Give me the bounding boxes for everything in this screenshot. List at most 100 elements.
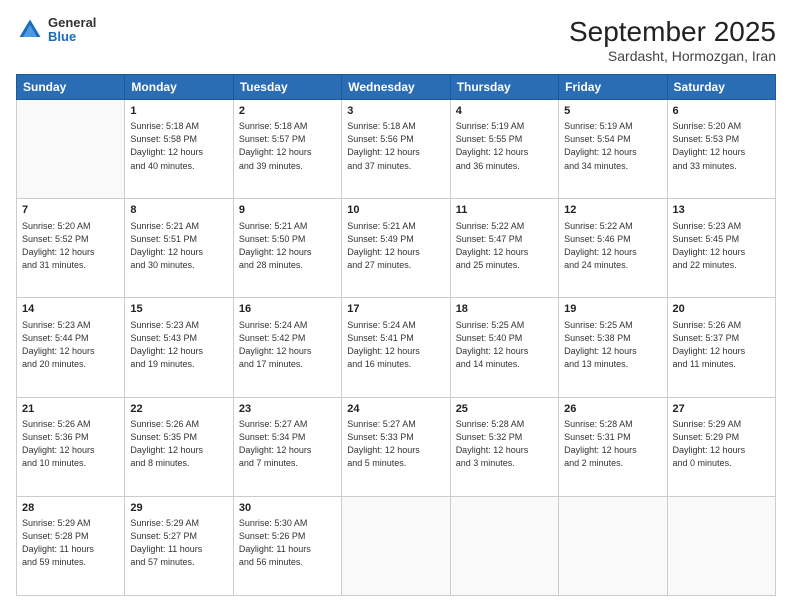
day-number: 30 <box>239 501 336 516</box>
week-row-2: 7 Sunrise: 5:20 AM Sunset: 5:52 PM Daylig… <box>17 199 776 298</box>
day-number: 8 <box>130 203 227 218</box>
calendar-cell: 19 Sunrise: 5:25 AM Sunset: 5:38 PM Dayli… <box>559 298 667 397</box>
day-info: Sunrise: 5:18 AM Sunset: 5:58 PM Dayligh… <box>130 120 227 172</box>
day-number: 2 <box>239 104 336 119</box>
day-number: 20 <box>673 302 770 317</box>
subtitle: Sardasht, Hormozgan, Iran <box>569 48 776 64</box>
day-number: 6 <box>673 104 770 119</box>
calendar-cell <box>17 100 125 199</box>
day-info: Sunrise: 5:24 AM Sunset: 5:41 PM Dayligh… <box>347 319 444 371</box>
day-info: Sunrise: 5:19 AM Sunset: 5:54 PM Dayligh… <box>564 120 661 172</box>
day-number: 4 <box>456 104 553 119</box>
day-info: Sunrise: 5:27 AM Sunset: 5:34 PM Dayligh… <box>239 418 336 470</box>
day-info: Sunrise: 5:23 AM Sunset: 5:43 PM Dayligh… <box>130 319 227 371</box>
week-row-4: 21Sunrise: 5:26 AM Sunset: 5:36 PM Dayli… <box>17 397 776 496</box>
calendar-cell: 7 Sunrise: 5:20 AM Sunset: 5:52 PM Daylig… <box>17 199 125 298</box>
day-number: 25 <box>456 402 553 417</box>
day-number: 9 <box>239 203 336 218</box>
calendar-cell <box>667 496 775 595</box>
calendar-cell: 12 Sunrise: 5:22 AM Sunset: 5:46 PM Dayli… <box>559 199 667 298</box>
calendar-cell: 25Sunrise: 5:28 AM Sunset: 5:32 PM Dayli… <box>450 397 558 496</box>
day-number: 14 <box>22 302 119 317</box>
calendar-cell: 22Sunrise: 5:26 AM Sunset: 5:35 PM Dayli… <box>125 397 233 496</box>
calendar-cell: 1Sunrise: 5:18 AM Sunset: 5:58 PM Daylig… <box>125 100 233 199</box>
day-number: 1 <box>130 104 227 119</box>
weekday-sunday: Sunday <box>17 75 125 100</box>
day-number: 28 <box>22 501 119 516</box>
calendar-cell: 10Sunrise: 5:21 AM Sunset: 5:49 PM Dayli… <box>342 199 450 298</box>
calendar-cell: 9Sunrise: 5:21 AM Sunset: 5:50 PM Daylig… <box>233 199 341 298</box>
header: General Blue September 2025 Sardasht, Ho… <box>16 16 776 64</box>
day-info: Sunrise: 5:18 AM Sunset: 5:56 PM Dayligh… <box>347 120 444 172</box>
day-info: Sunrise: 5:28 AM Sunset: 5:32 PM Dayligh… <box>456 418 553 470</box>
weekday-monday: Monday <box>125 75 233 100</box>
day-number: 11 <box>456 203 553 218</box>
calendar-cell: 29Sunrise: 5:29 AM Sunset: 5:27 PM Dayli… <box>125 496 233 595</box>
calendar-cell <box>342 496 450 595</box>
day-info: Sunrise: 5:24 AM Sunset: 5:42 PM Dayligh… <box>239 319 336 371</box>
day-info: Sunrise: 5:23 AM Sunset: 5:44 PM Dayligh… <box>22 319 119 371</box>
day-number: 22 <box>130 402 227 417</box>
week-row-5: 28Sunrise: 5:29 AM Sunset: 5:28 PM Dayli… <box>17 496 776 595</box>
day-info: Sunrise: 5:20 AM Sunset: 5:53 PM Dayligh… <box>673 120 770 172</box>
title-block: September 2025 Sardasht, Hormozgan, Iran <box>569 16 776 64</box>
day-info: Sunrise: 5:29 AM Sunset: 5:27 PM Dayligh… <box>130 517 227 569</box>
calendar-cell: 16 Sunrise: 5:24 AM Sunset: 5:42 PM Dayli… <box>233 298 341 397</box>
week-row-1: 1Sunrise: 5:18 AM Sunset: 5:58 PM Daylig… <box>17 100 776 199</box>
day-number: 16 <box>239 302 336 317</box>
weekday-wednesday: Wednesday <box>342 75 450 100</box>
day-number: 24 <box>347 402 444 417</box>
day-info: Sunrise: 5:25 AM Sunset: 5:38 PM Dayligh… <box>564 319 661 371</box>
logo: General Blue <box>16 16 96 45</box>
week-row-3: 14 Sunrise: 5:23 AM Sunset: 5:44 PM Dayli… <box>17 298 776 397</box>
weekday-thursday: Thursday <box>450 75 558 100</box>
day-number: 18 <box>456 302 553 317</box>
calendar-cell: 8 Sunrise: 5:21 AM Sunset: 5:51 PM Daylig… <box>125 199 233 298</box>
day-info: Sunrise: 5:21 AM Sunset: 5:51 PM Dayligh… <box>130 220 227 272</box>
logo-general: General <box>48 16 96 30</box>
calendar-cell: 23Sunrise: 5:27 AM Sunset: 5:34 PM Dayli… <box>233 397 341 496</box>
day-info: Sunrise: 5:26 AM Sunset: 5:37 PM Dayligh… <box>673 319 770 371</box>
day-info: Sunrise: 5:30 AM Sunset: 5:26 PM Dayligh… <box>239 517 336 569</box>
page: General Blue September 2025 Sardasht, Ho… <box>0 0 792 612</box>
day-info: Sunrise: 5:20 AM Sunset: 5:52 PM Dayligh… <box>22 220 119 272</box>
day-info: Sunrise: 5:21 AM Sunset: 5:49 PM Dayligh… <box>347 220 444 272</box>
day-number: 5 <box>564 104 661 119</box>
calendar: SundayMondayTuesdayWednesdayThursdayFrid… <box>16 74 776 596</box>
day-number: 17 <box>347 302 444 317</box>
calendar-cell: 18 Sunrise: 5:25 AM Sunset: 5:40 PM Dayli… <box>450 298 558 397</box>
day-info: Sunrise: 5:22 AM Sunset: 5:47 PM Dayligh… <box>456 220 553 272</box>
month-title: September 2025 <box>569 16 776 48</box>
day-number: 12 <box>564 203 661 218</box>
calendar-cell: 13Sunrise: 5:23 AM Sunset: 5:45 PM Dayli… <box>667 199 775 298</box>
calendar-cell: 30Sunrise: 5:30 AM Sunset: 5:26 PM Dayli… <box>233 496 341 595</box>
day-info: Sunrise: 5:26 AM Sunset: 5:36 PM Dayligh… <box>22 418 119 470</box>
weekday-tuesday: Tuesday <box>233 75 341 100</box>
day-number: 21 <box>22 402 119 417</box>
day-number: 29 <box>130 501 227 516</box>
day-info: Sunrise: 5:28 AM Sunset: 5:31 PM Dayligh… <box>564 418 661 470</box>
day-number: 7 <box>22 203 119 218</box>
calendar-cell: 4Sunrise: 5:19 AM Sunset: 5:55 PM Daylig… <box>450 100 558 199</box>
day-info: Sunrise: 5:29 AM Sunset: 5:29 PM Dayligh… <box>673 418 770 470</box>
calendar-cell: 27Sunrise: 5:29 AM Sunset: 5:29 PM Dayli… <box>667 397 775 496</box>
calendar-cell: 17 Sunrise: 5:24 AM Sunset: 5:41 PM Dayli… <box>342 298 450 397</box>
calendar-cell: 11 Sunrise: 5:22 AM Sunset: 5:47 PM Dayli… <box>450 199 558 298</box>
day-info: Sunrise: 5:19 AM Sunset: 5:55 PM Dayligh… <box>456 120 553 172</box>
day-info: Sunrise: 5:25 AM Sunset: 5:40 PM Dayligh… <box>456 319 553 371</box>
calendar-cell: 21Sunrise: 5:26 AM Sunset: 5:36 PM Dayli… <box>17 397 125 496</box>
day-number: 19 <box>564 302 661 317</box>
day-info: Sunrise: 5:26 AM Sunset: 5:35 PM Dayligh… <box>130 418 227 470</box>
calendar-cell: 5Sunrise: 5:19 AM Sunset: 5:54 PM Daylig… <box>559 100 667 199</box>
day-info: Sunrise: 5:22 AM Sunset: 5:46 PM Dayligh… <box>564 220 661 272</box>
day-info: Sunrise: 5:29 AM Sunset: 5:28 PM Dayligh… <box>22 517 119 569</box>
calendar-cell: 26Sunrise: 5:28 AM Sunset: 5:31 PM Dayli… <box>559 397 667 496</box>
calendar-cell: 14 Sunrise: 5:23 AM Sunset: 5:44 PM Dayli… <box>17 298 125 397</box>
calendar-cell: 2Sunrise: 5:18 AM Sunset: 5:57 PM Daylig… <box>233 100 341 199</box>
day-number: 3 <box>347 104 444 119</box>
calendar-cell <box>559 496 667 595</box>
day-number: 15 <box>130 302 227 317</box>
calendar-cell: 20 Sunrise: 5:26 AM Sunset: 5:37 PM Dayli… <box>667 298 775 397</box>
weekday-saturday: Saturday <box>667 75 775 100</box>
logo-icon <box>16 16 44 44</box>
